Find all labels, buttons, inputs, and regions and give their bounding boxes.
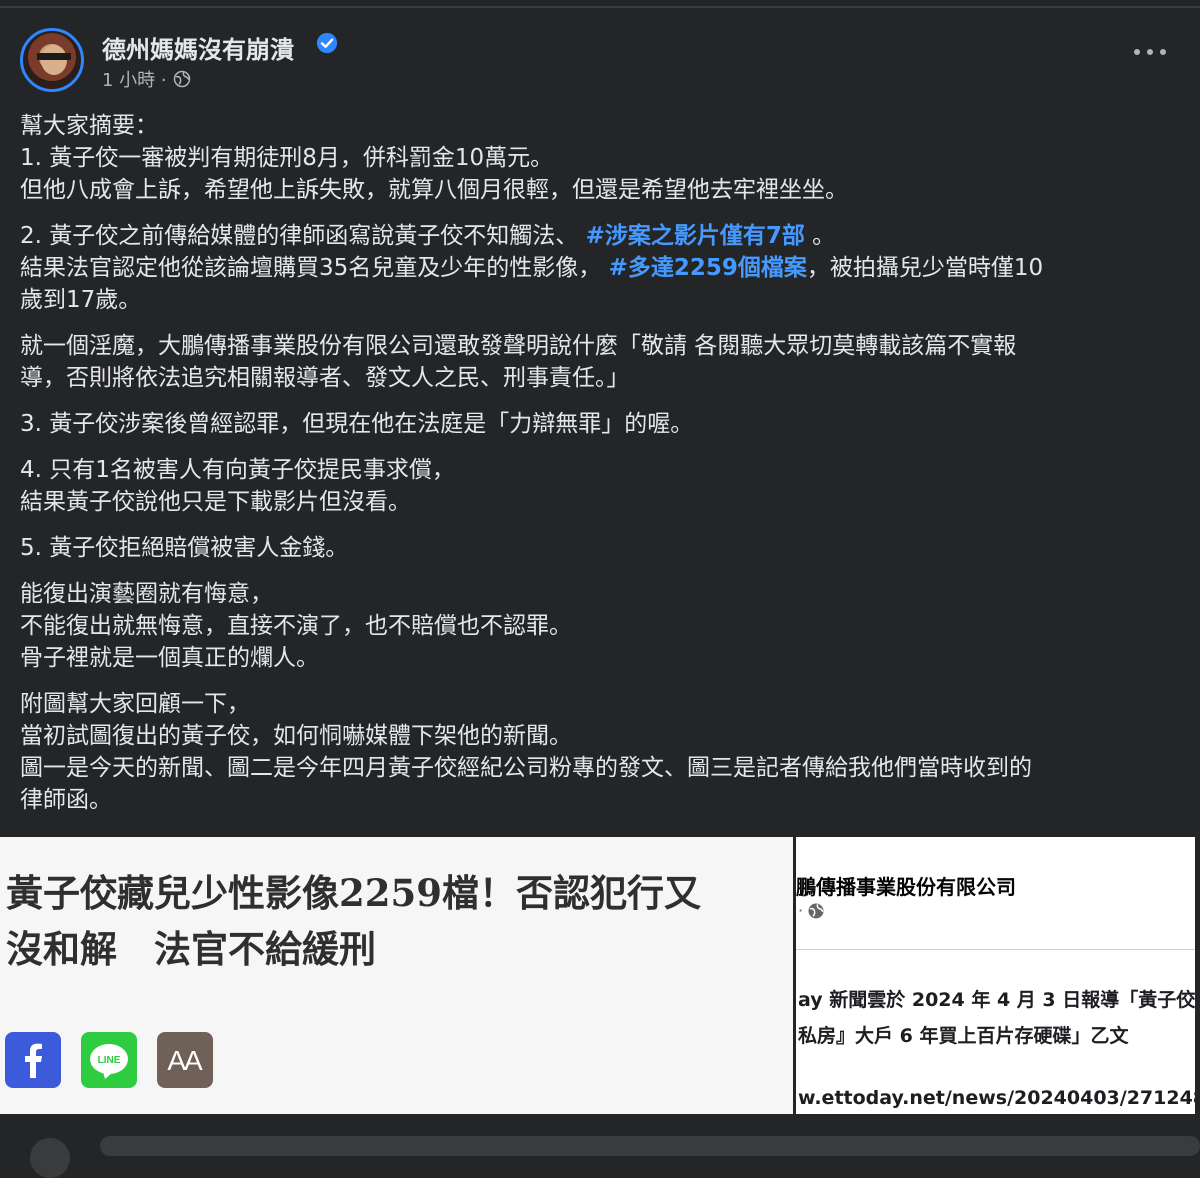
more-dot [1160,49,1166,55]
paragraph: 附圖幫大家回顧一下， 當初試圖復出的黃子佼，如何恫嚇媒體下架他的新聞。 圖一是今… [20,688,1185,816]
facebook-share-button[interactable] [5,1032,61,1088]
avatar[interactable] [20,28,84,92]
text-span: 。 [804,223,836,249]
post-meta: 1 小時 · [102,66,191,92]
more-options-button[interactable] [1134,44,1166,60]
text-line: 1. 黃子佼一審被判有期徒刑8月，併科罰金10萬元。 [20,145,554,171]
post-header: 德州媽媽沒有崩潰 1 小時 · [20,26,1180,96]
paragraph: 就一個淫魔，大鵬傳播事業股份有限公司還敢發聲明說什麼「敬請 各閱聽大眾切莫轉載該… [20,330,1185,394]
company-name: 鵬傳播事業股份有限公司 [796,875,1016,899]
text-line: 能復出演藝圈就有悔意， [20,581,273,607]
avatar-band [37,53,71,60]
text-line: 幫大家摘要： [20,113,158,139]
text-line: 導，否則將依法追究相關報導者、發文人之民、刑事責任。」 [20,365,630,391]
paragraph: 能復出演藝圈就有悔意， 不能復出就無悔意，直接不演了，也不賠償也不認罪。 骨子裡… [20,578,1185,674]
text-span: 結果法官認定他從該論壇購買35名兒童及少年的性影像， [20,255,609,281]
headline-line: 黃子佼藏兒少性影像2259檔！否認犯行又 [6,871,701,915]
statement-meta: · [798,901,825,920]
meta-dot: · [798,901,804,920]
hashtag-link[interactable]: #多達2259個檔案 [609,255,807,281]
font-size-button[interactable]: AA [157,1032,213,1088]
statement-line: ay 新聞雲於 2024 年 4 月 3 日報導「黃子佼 [798,989,1195,1011]
avatar-face [41,45,67,75]
text-line: 結果黃子佼說他只是下載影片但沒看。 [20,489,411,515]
commenter-avatar [30,1138,70,1178]
more-dot [1134,49,1140,55]
facebook-icon [25,1043,42,1078]
globe-icon [808,903,824,918]
comment-bar [0,1114,1200,1178]
text-line: 圖一是今天的新聞、圖二是今年四月黃子佼經紀公司粉專的發文、圖三是記者傳給我他們當… [20,755,1032,781]
text-line: 但他八成會上訴，希望他上訴失敗，就算八個月很輕，但還是希望他去牢裡坐坐。 [20,177,848,203]
verified-badge-icon [316,32,338,54]
paragraph: 4. 只有1名被害人有向黃子佼提民事求償， 結果黃子佼說他只是下載影片但沒看。 [20,454,1185,518]
attached-image-news[interactable]: 黃子佼藏兒少性影像2259檔！否認犯行又 沒和解 法官不給緩刑 LINE AA [0,837,793,1114]
more-dot [1147,49,1153,55]
text-line: 附圖幫大家回顧一下， [20,691,250,717]
text-span: ，被拍攝兒少當時僅10 [806,255,1044,281]
text-line: 律師函。 [20,787,112,813]
statement-line: 私房』大戶 6 年買上百片存硬碟」乙文 [798,1025,1129,1047]
text-line: 就一個淫魔，大鵬傳播事業股份有限公司還敢發聲明說什麼「敬請 各閱聽大眾切莫轉載該… [20,333,1017,359]
text-line: 不能復出就無悔意，直接不演了，也不賠償也不認罪。 [20,613,572,639]
headline-line: 沒和解 法官不給緩刑 [6,927,376,971]
paragraph: 2. 黃子佼之前傳給媒體的律師函寫說黃子佼不知觸法、 #涉案之影片僅有7部 。 … [20,220,1185,316]
text-line: 當初試圖復出的黃子佼，如何恫嚇媒體下架他的新聞。 [20,723,572,749]
text-line: 3. 黃子佼涉案後曾經認罪，但現在他在法庭是「力辯無罪」的喔。 [20,411,694,437]
statement-url: w.ettoday.net/news/20240403/2712489.h [798,1087,1195,1109]
text-line: 歲到17歲。 [20,287,142,313]
post-body: 幫大家摘要： 1. 黃子佼一審被判有期徒刑8月，併科罰金10萬元。 但他八成會上… [20,110,1185,830]
post-time[interactable]: 1 小時 · [102,66,167,92]
line-icon: LINE [90,1044,128,1079]
paragraph: 5. 黃子佼拒絕賠償被害人金錢。 [20,532,1185,564]
divider [796,949,1195,950]
text-span: 2. 黃子佼之前傳給媒體的律師函寫說黃子佼不知觸法、 [20,223,586,249]
text-line: 2. 黃子佼之前傳給媒體的律師函寫說黃子佼不知觸法、 #涉案之影片僅有7部 。 [20,220,1185,252]
author-name[interactable]: 德州媽媽沒有崩潰 [102,30,294,65]
news-headline: 黃子佼藏兒少性影像2259檔！否認犯行又 沒和解 法官不給緩刑 [6,865,793,977]
comment-input[interactable] [100,1136,1200,1156]
text-line: 4. 只有1名被害人有向黃子佼提民事求償， [20,457,455,483]
font-size-icon: AA [167,1045,205,1076]
text-line: 結果法官認定他從該論壇購買35名兒童及少年的性影像， #多達2259個檔案，被拍… [20,252,1185,284]
line-label: LINE [98,1055,121,1066]
attached-image-statement[interactable]: 鵬傳播事業股份有限公司 · ay 新聞雲於 2024 年 4 月 3 日報導「黃… [796,837,1195,1114]
text-line: 骨子裡就是一個真正的爛人。 [20,645,319,671]
top-divider [0,6,1200,8]
font-size-label: AA [167,1045,203,1076]
globe-icon [173,70,190,88]
line-share-button[interactable]: LINE [81,1032,137,1088]
paragraph: 幫大家摘要： 1. 黃子佼一審被判有期徒刑8月，併科罰金10萬元。 但他八成會上… [20,110,1185,206]
paragraph: 3. 黃子佼涉案後曾經認罪，但現在他在法庭是「力辯無罪」的喔。 [20,408,1185,440]
text-line: 5. 黃子佼拒絕賠償被害人金錢。 [20,535,349,561]
hashtag-link[interactable]: #涉案之影片僅有7部 [586,223,805,249]
